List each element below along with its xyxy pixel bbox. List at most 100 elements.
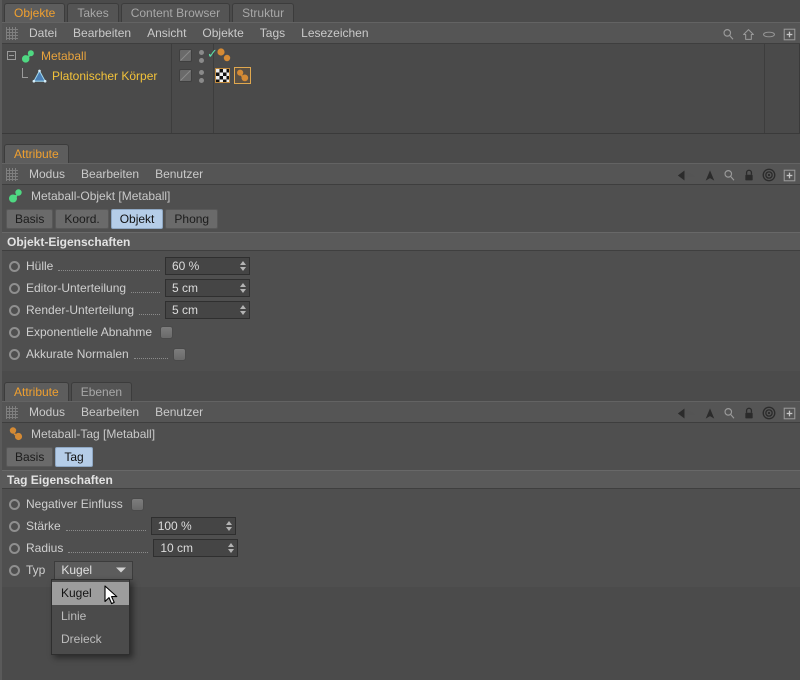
menu-datei[interactable]: Datei — [21, 22, 65, 44]
radius-input[interactable]: 10 cm — [153, 539, 239, 557]
animate-radio-icon[interactable] — [9, 498, 20, 510]
attribute-tag-title-row: Metaball-Tag [Metaball] — [0, 423, 800, 445]
attribute-tag-menubar: Modus Bearbeiten Benutzer — [0, 401, 800, 423]
property-row-akkurate-normalen: Akkurate Normalen — [0, 343, 800, 365]
visibility-dots[interactable] — [199, 50, 204, 63]
visibility-toggle[interactable] — [179, 49, 192, 62]
expand-collapse-icon[interactable] — [7, 50, 18, 62]
eye-icon[interactable] — [762, 30, 776, 39]
back-arrow-icon[interactable] — [677, 169, 697, 182]
menu-modus[interactable]: Modus — [21, 401, 73, 423]
dropdown-option-linie[interactable]: Linie — [52, 605, 129, 628]
object-name-platonischer-koerper[interactable]: Platonischer Körper — [52, 69, 157, 83]
staerke-value: 100 % — [157, 519, 192, 533]
dropdown-option-dreieck[interactable]: Dreieck — [52, 628, 129, 651]
tab-attribute[interactable]: Attribute — [4, 144, 69, 163]
tab-takes[interactable]: Takes — [67, 3, 119, 22]
tab-basis[interactable]: Basis — [6, 209, 54, 229]
menu-benutzer[interactable]: Benutzer — [147, 401, 211, 423]
attribute-manager-tag-panel: Attribute Ebenen Modus Bearbeiten Benutz… — [0, 379, 800, 587]
tab-content-browser[interactable]: Content Browser — [120, 3, 231, 22]
animate-radio-icon[interactable] — [9, 260, 20, 272]
huelle-input[interactable]: 60 % — [165, 257, 250, 275]
tab-objekte[interactable]: Objekte — [4, 3, 66, 22]
property-row-staerke: Stärke 100 % — [0, 515, 800, 537]
tab-phong[interactable]: Phong — [165, 209, 219, 229]
leader-dots — [133, 350, 168, 359]
spinner-icon[interactable] — [240, 283, 246, 293]
window-left-border — [0, 0, 2, 680]
visibility-dots[interactable] — [199, 70, 204, 83]
property-label: Render-Unterteilung — [26, 303, 135, 317]
plus-box-icon[interactable] — [783, 28, 796, 41]
tab-attribute[interactable]: Attribute — [4, 382, 69, 401]
table-row[interactable]: Metaball ✓ — [1, 46, 799, 66]
leader-dots — [58, 262, 160, 271]
animate-radio-icon[interactable] — [9, 520, 20, 532]
animate-radio-icon[interactable] — [9, 304, 20, 316]
plus-box-icon[interactable] — [783, 169, 796, 182]
lock-icon[interactable] — [743, 407, 755, 420]
menu-objekte[interactable]: Objekte — [194, 22, 251, 44]
target-icon[interactable] — [762, 168, 776, 182]
render-unterteilung-value: 5 cm — [172, 303, 199, 317]
back-arrow-icon[interactable] — [677, 407, 697, 420]
staerke-input[interactable]: 100 % — [150, 517, 236, 535]
tab-basis[interactable]: Basis — [6, 447, 54, 467]
spinner-icon[interactable] — [240, 261, 246, 271]
spinner-icon[interactable] — [228, 543, 235, 553]
animate-radio-icon[interactable] — [9, 326, 20, 338]
object-tree[interactable]: Metaball ✓ Platonischer Körper — [0, 44, 800, 134]
attribute-tag-properties: Negativer Einfluss Stärke 100 % Radius 1… — [0, 489, 800, 587]
search-icon[interactable] — [722, 28, 735, 41]
property-row-typ: Typ Kugel — [0, 559, 800, 581]
exponentielle-abnahme-checkbox[interactable] — [160, 325, 174, 339]
section-objekt-eigenschaften: Objekt-Eigenschaften — [0, 232, 800, 251]
spinner-icon[interactable] — [225, 521, 232, 531]
home-icon[interactable] — [742, 28, 755, 41]
plus-box-icon[interactable] — [783, 407, 796, 420]
menu-ansicht[interactable]: Ansicht — [139, 22, 194, 44]
visibility-toggle[interactable] — [179, 69, 192, 82]
texture-tag-icon[interactable] — [215, 68, 230, 83]
animate-radio-icon[interactable] — [9, 348, 20, 360]
menu-benutzer[interactable]: Benutzer — [147, 163, 211, 185]
property-label: Hülle — [26, 259, 54, 273]
object-name-metaball[interactable]: Metaball — [41, 49, 86, 63]
negativer-einfluss-checkbox[interactable] — [130, 497, 144, 511]
editor-unterteilung-input[interactable]: 5 cm — [165, 279, 250, 297]
property-label: Negativer Einfluss — [26, 497, 123, 511]
typ-dropdown-button[interactable]: Kugel — [54, 560, 134, 580]
akkurate-normalen-checkbox[interactable] — [172, 347, 186, 361]
tab-struktur[interactable]: Struktur — [232, 3, 295, 22]
menu-tags[interactable]: Tags — [252, 22, 293, 44]
tab-tag[interactable]: Tag — [55, 447, 93, 467]
grip-handle-icon[interactable] — [6, 405, 18, 419]
up-arrow-icon[interactable] — [704, 169, 716, 182]
search-icon[interactable] — [723, 169, 736, 182]
spinner-icon[interactable] — [240, 305, 246, 315]
lock-icon[interactable] — [743, 169, 755, 182]
attribute-object-menubar: Modus Bearbeiten Benutzer — [0, 163, 800, 185]
tab-objekt[interactable]: Objekt — [110, 209, 164, 229]
render-unterteilung-input[interactable]: 5 cm — [165, 301, 250, 319]
animate-radio-icon[interactable] — [9, 282, 20, 294]
menu-bearbeiten[interactable]: Bearbeiten — [65, 22, 139, 44]
tab-ebenen[interactable]: Ebenen — [70, 382, 133, 401]
tab-koord[interactable]: Koord. — [55, 209, 109, 229]
menu-bearbeiten[interactable]: Bearbeiten — [73, 163, 147, 185]
grip-handle-icon[interactable] — [6, 26, 18, 40]
animate-radio-icon[interactable] — [9, 542, 20, 554]
table-row[interactable]: Platonischer Körper — [1, 66, 799, 86]
up-arrow-icon[interactable] — [704, 407, 716, 420]
animate-radio-icon[interactable] — [9, 564, 20, 576]
menu-lesezeichen[interactable]: Lesezeichen — [293, 22, 376, 44]
target-icon[interactable] — [762, 406, 776, 420]
menu-bearbeiten[interactable]: Bearbeiten — [73, 401, 147, 423]
grip-handle-icon[interactable] — [6, 167, 18, 181]
menu-modus[interactable]: Modus — [21, 163, 73, 185]
search-icon[interactable] — [723, 407, 736, 420]
metaball-tag-selected-icon[interactable] — [234, 67, 251, 84]
property-row-render-unterteilung: Render-Unterteilung 5 cm — [0, 299, 800, 321]
metaball-tag-icon[interactable] — [215, 47, 235, 65]
